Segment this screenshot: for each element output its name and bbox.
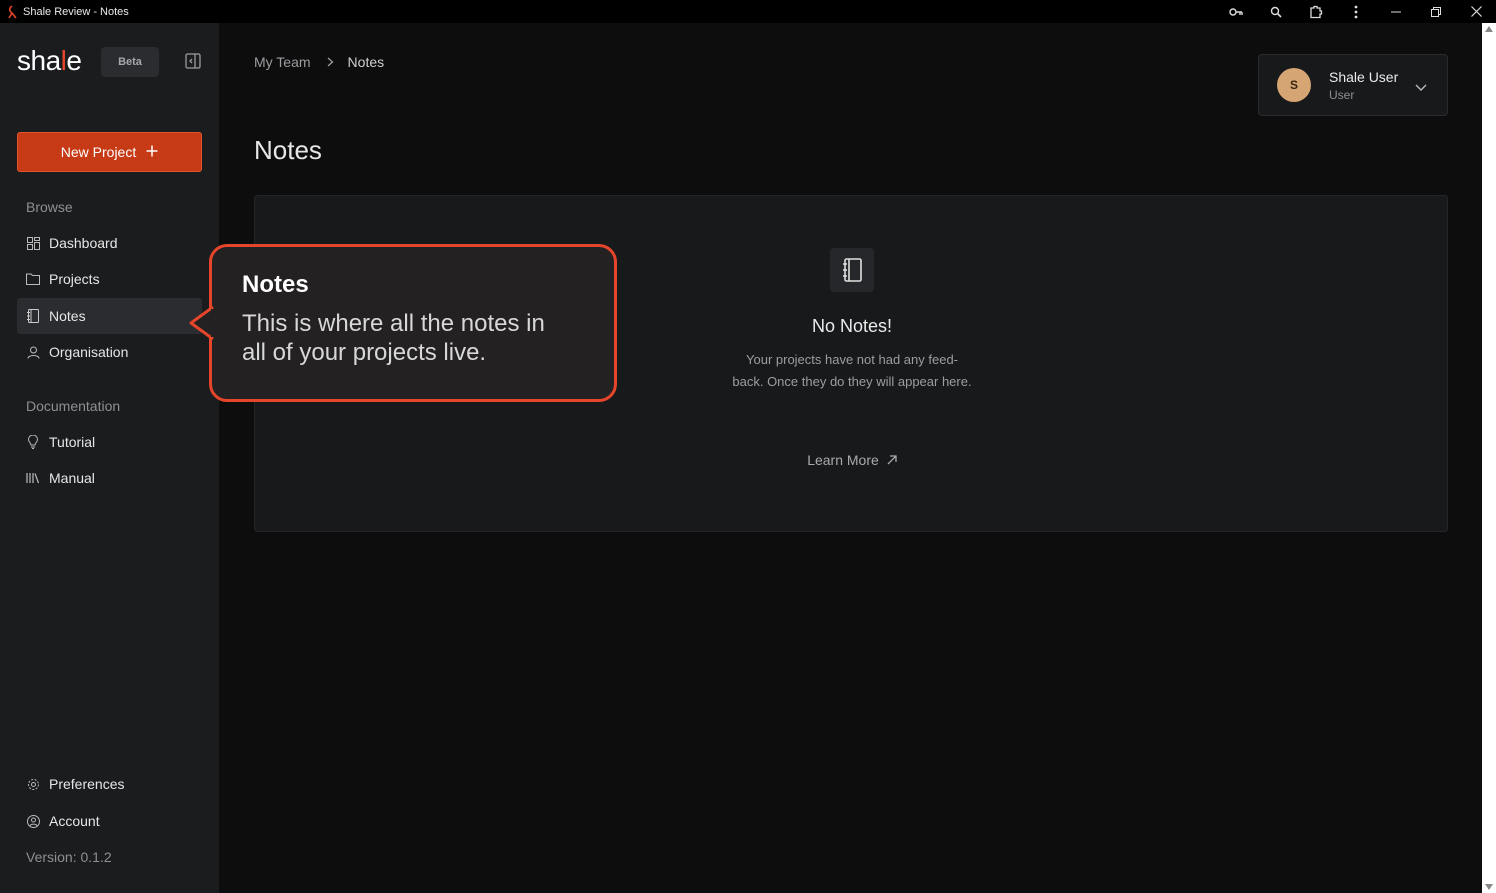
scroll-up-icon[interactable] <box>1485 26 1493 32</box>
tooltip-arrow <box>189 305 214 341</box>
gear-icon <box>26 777 40 791</box>
breadcrumb: My Team Notes <box>254 54 384 70</box>
avatar: S <box>1277 68 1311 102</box>
library-icon <box>26 471 40 485</box>
sidebar-item-tutorial[interactable]: Tutorial <box>17 424 202 460</box>
chevron-right-icon <box>327 57 334 67</box>
onboarding-tooltip: Notes This is where all the notes in all… <box>189 244 617 402</box>
window-title: Shale Review - Notes <box>23 5 129 18</box>
notebook-icon <box>830 248 874 292</box>
page-title: Notes <box>254 135 322 165</box>
documentation-section-label: Documentation <box>26 398 121 414</box>
zoom-icon[interactable] <box>1256 0 1296 23</box>
user-role: User <box>1329 88 1355 102</box>
minimize-icon[interactable] <box>1376 0 1416 23</box>
new-project-button[interactable]: New Project <box>17 132 202 172</box>
plus-icon <box>146 144 158 160</box>
sidebar-item-dashboard[interactable]: Dashboard <box>17 225 202 261</box>
user-menu[interactable]: S Shale User User <box>1258 54 1448 116</box>
sidebar-item-account[interactable]: Account <box>17 803 202 839</box>
account-icon <box>26 814 40 828</box>
tooltip-body: This is where all the notes in all of yo… <box>242 310 545 366</box>
dashboard-icon <box>26 236 40 250</box>
key-icon[interactable] <box>1216 0 1256 23</box>
main-content: My Team Notes S Shale User User Notes No… <box>219 23 1482 893</box>
sidebar-item-notes[interactable]: Notes <box>17 298 202 334</box>
user-icon <box>26 345 40 359</box>
restore-icon[interactable] <box>1416 0 1456 23</box>
breadcrumb-current: Notes <box>347 54 385 70</box>
tooltip-title: Notes <box>242 271 309 298</box>
external-link-icon <box>887 452 897 468</box>
sidebar: shale Beta New Project Browse Dashboard … <box>0 23 219 893</box>
sidebar-item-manual[interactable]: Manual <box>17 460 202 496</box>
window-titlebar: Shale Review - Notes <box>0 0 1496 23</box>
learn-more-link[interactable]: Learn More <box>255 452 1449 468</box>
app-logo[interactable]: shale <box>17 45 82 77</box>
folder-icon <box>26 272 40 286</box>
breadcrumb-team-link[interactable]: My Team <box>254 54 311 70</box>
beta-badge: Beta <box>101 47 159 77</box>
empty-state-description: Your projects have not had any feed- bac… <box>732 352 972 389</box>
lightbulb-icon <box>26 435 40 449</box>
version-label: Version: 0.1.2 <box>26 849 112 865</box>
browse-section-label: Browse <box>26 199 73 215</box>
notebook-icon <box>26 309 40 323</box>
sidebar-item-projects[interactable]: Projects <box>17 261 202 297</box>
chevron-down-icon <box>1415 79 1429 93</box>
close-icon[interactable] <box>1456 0 1496 23</box>
scrollbar[interactable] <box>1482 23 1496 893</box>
shale-logo-icon <box>8 4 18 19</box>
sidebar-item-preferences[interactable]: Preferences <box>17 766 202 802</box>
extensions-icon[interactable] <box>1296 0 1336 23</box>
sidebar-item-organisation[interactable]: Organisation <box>17 334 202 370</box>
scroll-down-icon[interactable] <box>1485 884 1493 890</box>
more-menu-icon[interactable] <box>1336 0 1376 23</box>
collapse-sidebar-icon[interactable] <box>183 51 203 71</box>
user-name: Shale User <box>1329 69 1399 85</box>
